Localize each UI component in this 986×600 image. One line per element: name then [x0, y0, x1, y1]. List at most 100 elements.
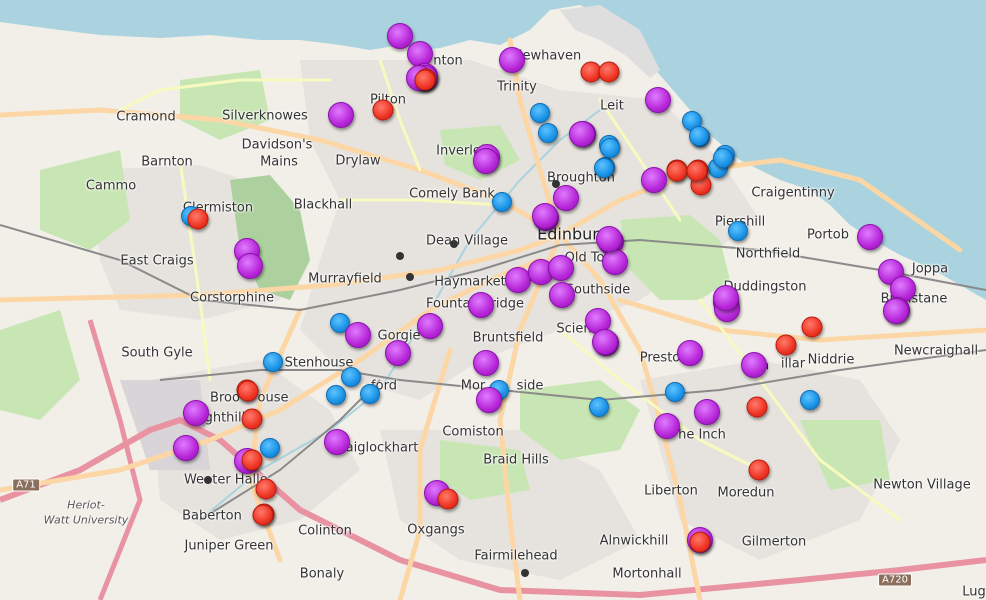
purple-map-marker[interactable]: [857, 224, 883, 250]
red-map-marker[interactable]: [237, 380, 259, 402]
place-label-colinton: Colinton: [298, 523, 352, 539]
purple-map-marker[interactable]: [173, 435, 199, 461]
blue-map-marker[interactable]: [589, 397, 609, 417]
purple-map-marker[interactable]: [548, 255, 574, 281]
purple-map-marker[interactable]: [499, 47, 525, 73]
park-area: [0, 310, 80, 420]
place-label-portobello: Portob: [807, 227, 849, 243]
place-label-stenhouse: Stenhouse: [284, 355, 354, 371]
purple-map-marker[interactable]: [677, 340, 703, 366]
red-map-marker[interactable]: [598, 61, 620, 83]
red-map-marker[interactable]: [801, 316, 823, 338]
purple-map-marker[interactable]: [473, 148, 499, 174]
place-label-morningside-2: side: [516, 378, 544, 394]
blue-map-marker[interactable]: [689, 126, 709, 146]
place-label-heriot-watt-2: Watt University: [43, 513, 129, 527]
place-label-dean-village: Dean Village: [425, 233, 509, 249]
place-label-prestonfield: Presto: [639, 350, 681, 366]
blue-map-marker[interactable]: [800, 390, 820, 410]
purple-map-marker[interactable]: [883, 298, 909, 324]
purple-map-marker[interactable]: [741, 352, 767, 378]
red-map-marker[interactable]: [666, 160, 688, 182]
red-map-marker[interactable]: [689, 531, 711, 553]
blue-map-marker[interactable]: [263, 352, 283, 372]
blue-map-marker[interactable]: [341, 367, 361, 387]
purple-map-marker[interactable]: [641, 167, 667, 193]
purple-map-marker[interactable]: [345, 322, 371, 348]
red-map-marker[interactable]: [748, 459, 770, 481]
blue-map-marker[interactable]: [713, 148, 733, 168]
place-label-blackhall: Blackhall: [293, 197, 353, 213]
blue-map-marker[interactable]: [530, 103, 550, 123]
place-label-davidson-s-mains-2: Mains: [260, 154, 298, 170]
purple-map-marker[interactable]: [713, 285, 739, 311]
red-map-marker[interactable]: [187, 208, 209, 230]
place-label-cammo: Cammo: [85, 178, 137, 194]
place-label-juniper-green: Juniper Green: [184, 538, 274, 554]
place-label-niddrie: Niddrie: [807, 352, 855, 368]
place-label-the-inch: he Inch: [678, 427, 726, 443]
place-label-craigmillar-2: illar: [780, 356, 806, 372]
place-label-silverknowes: Silverknowes: [222, 108, 308, 124]
red-map-marker[interactable]: [252, 504, 274, 526]
station-dot: [450, 240, 458, 248]
blue-map-marker[interactable]: [538, 123, 558, 143]
place-label-heriot-watt: Heriot-: [67, 498, 105, 512]
purple-map-marker[interactable]: [602, 249, 628, 275]
purple-map-marker[interactable]: [532, 203, 558, 229]
purple-map-marker[interactable]: [596, 226, 622, 252]
blue-map-marker[interactable]: [665, 382, 685, 402]
blue-map-marker[interactable]: [360, 384, 380, 404]
purple-map-marker[interactable]: [549, 282, 575, 308]
red-map-marker[interactable]: [255, 478, 277, 500]
place-label-liberton: Liberton: [644, 483, 698, 499]
place-label-drylaw: Drylaw: [335, 153, 381, 169]
purple-map-marker[interactable]: [473, 350, 499, 376]
place-label-joppa: Joppa: [911, 261, 949, 277]
purple-map-marker[interactable]: [645, 87, 671, 113]
road-shield-a71: A71: [12, 478, 40, 492]
place-label-baberton: Baberton: [182, 508, 242, 524]
blue-map-marker[interactable]: [594, 158, 614, 178]
purple-map-marker[interactable]: [237, 253, 263, 279]
red-map-marker[interactable]: [437, 488, 459, 510]
place-label-east-craigs: East Craigs: [120, 253, 194, 269]
place-label-southside: Southside: [565, 282, 631, 298]
blue-map-marker[interactable]: [728, 221, 748, 241]
red-map-marker[interactable]: [686, 160, 708, 182]
purple-map-marker[interactable]: [592, 329, 618, 355]
purple-map-marker[interactable]: [324, 429, 350, 455]
station-dot: [396, 252, 404, 260]
blue-map-marker[interactable]: [600, 138, 620, 158]
place-label-broomhouse-2: ouse: [257, 390, 289, 406]
purple-map-marker[interactable]: [328, 102, 354, 128]
place-label-bonaly: Bonaly: [299, 566, 345, 582]
purple-map-marker[interactable]: [417, 313, 443, 339]
purple-map-marker[interactable]: [654, 413, 680, 439]
purple-map-marker[interactable]: [468, 292, 494, 318]
place-label-oxgangs: Oxgangs: [407, 522, 465, 538]
place-label-south-gyle: South Gyle: [121, 345, 193, 361]
place-label-fairmilehead: Fairmilehead: [474, 548, 558, 564]
purple-map-marker[interactable]: [694, 399, 720, 425]
red-map-marker[interactable]: [775, 334, 797, 356]
blue-map-marker[interactable]: [492, 192, 512, 212]
place-label-granton: nton: [433, 53, 463, 69]
red-map-marker[interactable]: [241, 449, 263, 471]
red-map-marker[interactable]: [241, 408, 263, 430]
red-map-marker[interactable]: [746, 396, 768, 418]
purple-map-marker[interactable]: [385, 340, 411, 366]
blue-map-marker[interactable]: [260, 438, 280, 458]
place-label-craiglockhart: aiglockhart: [345, 440, 419, 456]
red-map-marker[interactable]: [372, 99, 394, 121]
blue-map-marker[interactable]: [326, 385, 346, 405]
place-label-braid-hills: Braid Hills: [483, 452, 549, 468]
purple-map-marker[interactable]: [569, 121, 595, 147]
place-label-craigentinny: Craigentinny: [751, 185, 835, 201]
purple-map-marker[interactable]: [183, 400, 209, 426]
place-label-wester-hailes: We: [183, 472, 205, 488]
red-map-marker[interactable]: [414, 69, 436, 91]
map-view[interactable]: ntonNewhavenCramondSilverknowesPiltonTri…: [0, 0, 986, 600]
purple-map-marker[interactable]: [476, 387, 502, 413]
purple-map-marker[interactable]: [553, 185, 579, 211]
